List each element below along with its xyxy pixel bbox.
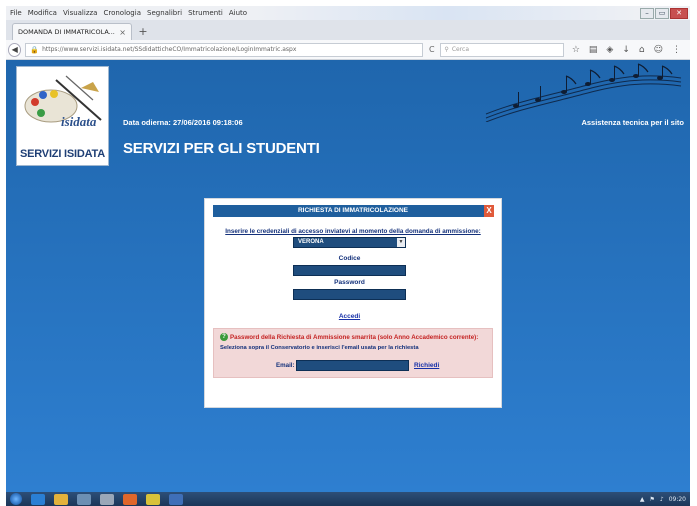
- search-input[interactable]: ⚲ Cerca: [440, 42, 564, 57]
- recovery-title-text: Password della Richiesta di Ammissione s…: [230, 333, 479, 341]
- page-content: isidata SERVIZI ISIDATA Data odierna: 27…: [6, 60, 690, 492]
- bookmark-star-icon[interactable]: ☆: [572, 45, 580, 55]
- dialog-close-button[interactable]: X: [484, 205, 494, 217]
- maximize-button[interactable]: ▭: [655, 7, 669, 19]
- titlebar-gradient: [253, 6, 639, 20]
- addon-icon[interactable]: ☺: [654, 45, 663, 55]
- password-recovery-panel: ? Password della Richiesta di Ammissione…: [213, 328, 493, 378]
- reading-list-icon[interactable]: ▤: [589, 45, 598, 55]
- menu-icon[interactable]: ⋮: [672, 45, 681, 55]
- url-text: https://www.servizi.isidata.net/SSdidatt…: [42, 46, 297, 53]
- conservatory-selected-value: VERONA: [298, 239, 324, 245]
- minimize-button[interactable]: –: [640, 7, 654, 19]
- password-input[interactable]: [293, 289, 406, 300]
- notes-icon[interactable]: [146, 493, 160, 505]
- tab-title: DOMANDA DI IMMATRICOLA...: [18, 28, 115, 36]
- email-input[interactable]: [296, 360, 409, 371]
- pocket-icon[interactable]: ◈: [606, 45, 613, 55]
- menu-edit[interactable]: Modifica: [28, 9, 57, 17]
- menu-tools[interactable]: Strumenti: [188, 9, 223, 17]
- download-icon[interactable]: ↓: [622, 45, 630, 55]
- tray-flag-icon[interactable]: ⚑: [649, 496, 654, 503]
- menu-bar: File Modifica Visualizza Cronologia Segn…: [6, 6, 690, 20]
- code-label: Codice: [338, 255, 361, 262]
- password-label: Password: [334, 279, 365, 286]
- home-icon[interactable]: ⌂: [639, 45, 645, 55]
- support-link[interactable]: Assistenza tecnica per il sito: [581, 118, 684, 127]
- navigation-bar: ◀ 🔒 https://www.servizi.isidata.net/SSdi…: [6, 40, 690, 60]
- tray-volume-icon[interactable]: ♪: [660, 496, 664, 503]
- toolbar-icons: ☆ ▤ ◈ ↓ ⌂ ☺ ⋮: [572, 45, 690, 55]
- firefox-icon[interactable]: [123, 493, 137, 505]
- tray-clock[interactable]: 09:20: [669, 496, 686, 503]
- window-controls: – ▭ ✕: [639, 7, 688, 19]
- close-window-button[interactable]: ✕: [670, 7, 688, 19]
- tab-close-icon[interactable]: ×: [119, 28, 126, 37]
- palette-logo-icon: isidata: [24, 75, 102, 129]
- logo-caption: SERVIZI ISIDATA: [19, 148, 105, 160]
- menu-view[interactable]: Visualizza: [63, 9, 97, 17]
- request-password-link[interactable]: Richiedi: [414, 362, 439, 369]
- svg-text:isidata: isidata: [61, 114, 97, 129]
- tab-immatricolazione[interactable]: DOMANDA DI IMMATRICOLA... ×: [12, 23, 132, 40]
- search-placeholder: Cerca: [451, 46, 470, 53]
- page-title: SERVIZI PER GLI STUDENTI: [123, 140, 320, 157]
- url-bar[interactable]: 🔒 https://www.servizi.isidata.net/SSdida…: [25, 42, 424, 57]
- paint-icon[interactable]: [100, 493, 114, 505]
- os-taskbar: ▲ ⚑ ♪ 09:20: [6, 492, 690, 506]
- current-date: Data odierna: 27/06/2016 09:18:06: [123, 118, 243, 127]
- lock-icon: 🔒: [30, 45, 40, 54]
- dialog-title: RICHIESTA DI IMMATRICOLAZIONE: [297, 207, 408, 214]
- tab-bar: DOMANDA DI IMMATRICOLA... × +: [6, 20, 690, 40]
- system-tray: ▲ ⚑ ♪ 09:20: [635, 496, 690, 503]
- media-icon[interactable]: [77, 493, 91, 505]
- login-link[interactable]: Accedi: [293, 313, 406, 320]
- login-instructions: Inserire le credenziali di accesso invia…: [225, 228, 481, 235]
- recovery-title: ? Password della Richiesta di Ammissione…: [220, 333, 478, 341]
- tray-network-icon[interactable]: ▲: [640, 496, 645, 503]
- dialog-body: Inserire le credenziali di accesso invia…: [213, 217, 493, 401]
- recovery-instructions: Seleziona sopra il Conservatorio e inser…: [220, 345, 419, 351]
- back-button[interactable]: ◀: [8, 42, 22, 57]
- isidata-logo: isidata SERVIZI ISIDATA: [16, 66, 109, 166]
- search-icon: ⚲: [444, 46, 449, 53]
- dialog-title-bar: RICHIESTA DI IMMATRICOLAZIONE X: [213, 205, 494, 217]
- menu-help[interactable]: Aiuto: [229, 9, 247, 17]
- menu-bookmarks[interactable]: Segnalibri: [147, 9, 182, 17]
- reload-icon[interactable]: C: [425, 45, 438, 54]
- registration-dialog: RICHIESTA DI IMMATRICOLAZIONE X Inserire…: [204, 198, 502, 408]
- music-notes-decoration: [485, 63, 682, 122]
- back-arrow-icon: ◀: [11, 44, 18, 54]
- email-label: Email:: [276, 362, 295, 369]
- ie-icon[interactable]: [31, 493, 45, 505]
- menu-file[interactable]: File: [10, 9, 22, 17]
- menu-history[interactable]: Cronologia: [103, 9, 141, 17]
- help-icon: ?: [220, 333, 228, 341]
- start-button[interactable]: [10, 493, 22, 505]
- word-icon[interactable]: [169, 493, 183, 505]
- new-tab-button[interactable]: +: [135, 24, 151, 40]
- code-input[interactable]: [293, 265, 406, 276]
- conservatory-select[interactable]: VERONA ▼: [293, 237, 406, 248]
- folder-icon[interactable]: [54, 493, 68, 505]
- chevron-down-icon[interactable]: ▼: [397, 238, 405, 247]
